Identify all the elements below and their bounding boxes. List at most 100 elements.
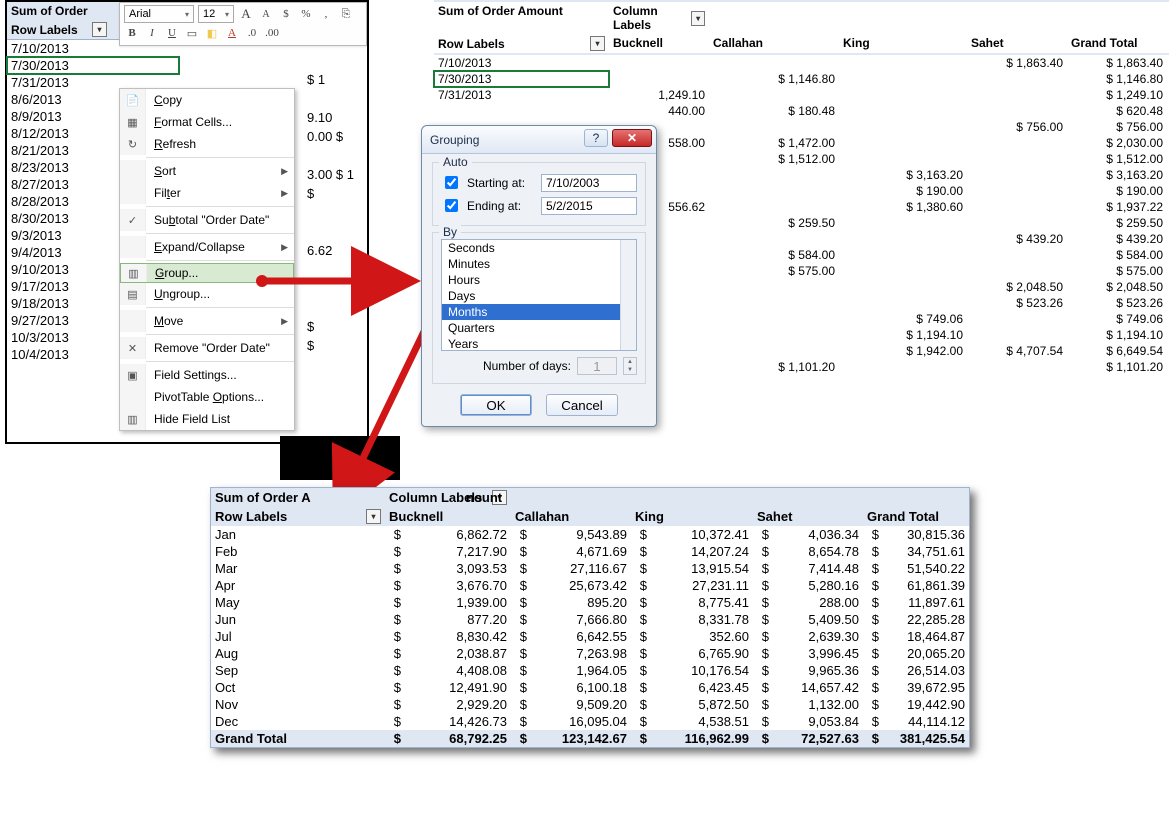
menu-remove-order-date[interactable]: ✕Remove "Order Date" [120,337,294,359]
italic-icon[interactable]: I [144,25,160,41]
font-select[interactable]: Arial▾ [124,5,194,23]
group-option-hours[interactable]: Hours [442,272,636,288]
percent-icon[interactable]: % [298,6,314,22]
value-cell: $ 39,672.95 [863,679,969,696]
num-days-spinner[interactable]: ▲▼ [623,357,637,375]
lp-row-filter-icon[interactable]: ▾ [92,22,107,37]
month-cell[interactable]: Dec [211,713,385,730]
menu-subtotal-order-date[interactable]: ✓Subtotal "Order Date" [120,209,294,231]
underline-icon[interactable]: U [164,25,180,41]
by-legend: By [439,225,461,239]
group-by-list[interactable]: SecondsMinutesHoursDaysMonthsQuartersYea… [441,239,637,351]
group-option-quarters[interactable]: Quarters [442,320,636,336]
menu-refresh[interactable]: ↻Refresh [120,133,294,155]
group-option-minutes[interactable]: Minutes [442,256,636,272]
dialog-close-icon[interactable]: ✕ [612,129,652,147]
font-size-select[interactable]: 12▾ [198,5,234,23]
menu-group[interactable]: ▥Group... [120,263,294,283]
ending-at-checkbox[interactable] [445,199,458,212]
date-row[interactable]: 7/30/2013 [7,57,179,74]
column-filter-icon[interactable]: ▾ [691,11,705,26]
value-cell [967,263,1067,279]
value-cell: $ 1,146.80 [1067,71,1167,87]
shrink-font-icon[interactable]: A [258,6,274,22]
menu-hide-field-list[interactable]: ▥Hide Field List [120,408,294,430]
format-painter-icon[interactable]: ⎘ [338,6,354,22]
menu-copy[interactable]: 📄Copy [120,89,294,111]
value-cell: $ 3,996.45 [753,645,863,662]
month-cell[interactable]: Oct [211,679,385,696]
comma-icon[interactable]: , [318,6,334,22]
value-cell: $ 1,146.80 [709,71,839,87]
starting-at-checkbox[interactable] [445,176,458,189]
value-cell: $ 6,423.45 [631,679,753,696]
cancel-button[interactable]: Cancel [546,394,618,416]
month-cell[interactable]: Nov [211,696,385,713]
font-color-icon[interactable]: A [224,25,240,41]
submenu-arrow-icon: ▶ [281,242,294,253]
decrease-decimal-icon[interactable]: .0 [244,25,260,41]
value-cell: $ 12,491.90 [385,679,511,696]
value-cell: $ 6,862.72 [385,526,511,543]
menu-field-settings[interactable]: ▣Field Settings... [120,364,294,386]
row-filter-icon[interactable]: ▾ [590,36,605,51]
menu-move[interactable]: Move▶ [120,310,294,332]
grow-font-icon[interactable]: A [238,6,254,22]
ok-button[interactable]: OK [460,394,532,416]
value-cell: $ 4,538.51 [631,713,753,730]
month-cell[interactable]: Apr [211,577,385,594]
date-cell[interactable]: 7/30/2013 [434,71,609,87]
value-cell [839,103,967,119]
ending-at-input[interactable] [541,197,637,215]
value-cell: $ 352.60 [631,628,753,645]
border-icon[interactable]: ▭ [184,25,200,41]
value-cell [839,119,967,135]
mini-toolbar: Arial▾ 12▾ A A $ % , ⎘ B I U ▭ ◧ A .0 .0… [119,2,367,46]
value-cell [709,167,839,183]
currency-icon[interactable]: $ [278,6,294,22]
value-cell: $ 14,207.24 [631,543,753,560]
month-cell[interactable]: Aug [211,645,385,662]
menu-pivottable-options[interactable]: PivotTable Options... [120,386,294,408]
group-option-days[interactable]: Days [442,288,636,304]
menu-format-cells[interactable]: ▦Format Cells... [120,111,294,133]
value-cell: $ 11,897.61 [863,594,969,611]
value-cell: $ 123,142.67 [511,730,631,747]
value-cell: $ 584.00 [1067,247,1167,263]
month-cell[interactable]: Feb [211,543,385,560]
date-cell[interactable]: 7/31/2013 [434,87,609,103]
col-bucknell: Bucknell [609,34,709,53]
menu-sort[interactable]: Sort▶ [120,160,294,182]
month-cell[interactable]: Mar [211,560,385,577]
month-cell[interactable]: Jul [211,628,385,645]
value-cell: $ 575.00 [709,263,839,279]
menu-expand-collapse[interactable]: Expand/Collapse▶ [120,236,294,258]
menu-label: Format Cells... [146,115,294,129]
month-cell[interactable]: Jun [211,611,385,628]
month-cell[interactable]: Jan [211,526,385,543]
date-cell[interactable]: 7/10/2013 [434,55,609,71]
increase-decimal-icon[interactable]: .00 [264,25,280,41]
dialog-help-icon[interactable]: ? [584,129,608,147]
list-scrollbar[interactable] [620,240,636,350]
value-cell: $ 1,863.40 [1067,55,1167,71]
group-option-years[interactable]: Years [442,336,636,351]
month-cell[interactable]: Grand Total [211,730,385,747]
month-cell[interactable]: May [211,594,385,611]
bold-icon[interactable]: B [124,25,140,41]
value-cell: $ 8,830.42 [385,628,511,645]
value-cell: $ 1,939.00 [385,594,511,611]
date-cell[interactable] [434,103,609,119]
month-cell[interactable]: Sep [211,662,385,679]
fill-color-icon[interactable]: ◧ [204,25,220,41]
group-option-seconds[interactable]: Seconds [442,240,636,256]
value-cell: $ 20,065.20 [863,645,969,662]
value-cell [709,231,839,247]
menu-label: Subtotal "Order Date" [146,213,294,227]
menu-ungroup[interactable]: ▤Ungroup... [120,283,294,305]
menu-filter[interactable]: Filter▶ [120,182,294,204]
starting-at-input[interactable] [541,174,637,192]
value-cell: $ 26,514.03 [863,662,969,679]
group-option-months[interactable]: Months [442,304,636,320]
pm-row-filter-icon[interactable]: ▾ [366,509,381,524]
